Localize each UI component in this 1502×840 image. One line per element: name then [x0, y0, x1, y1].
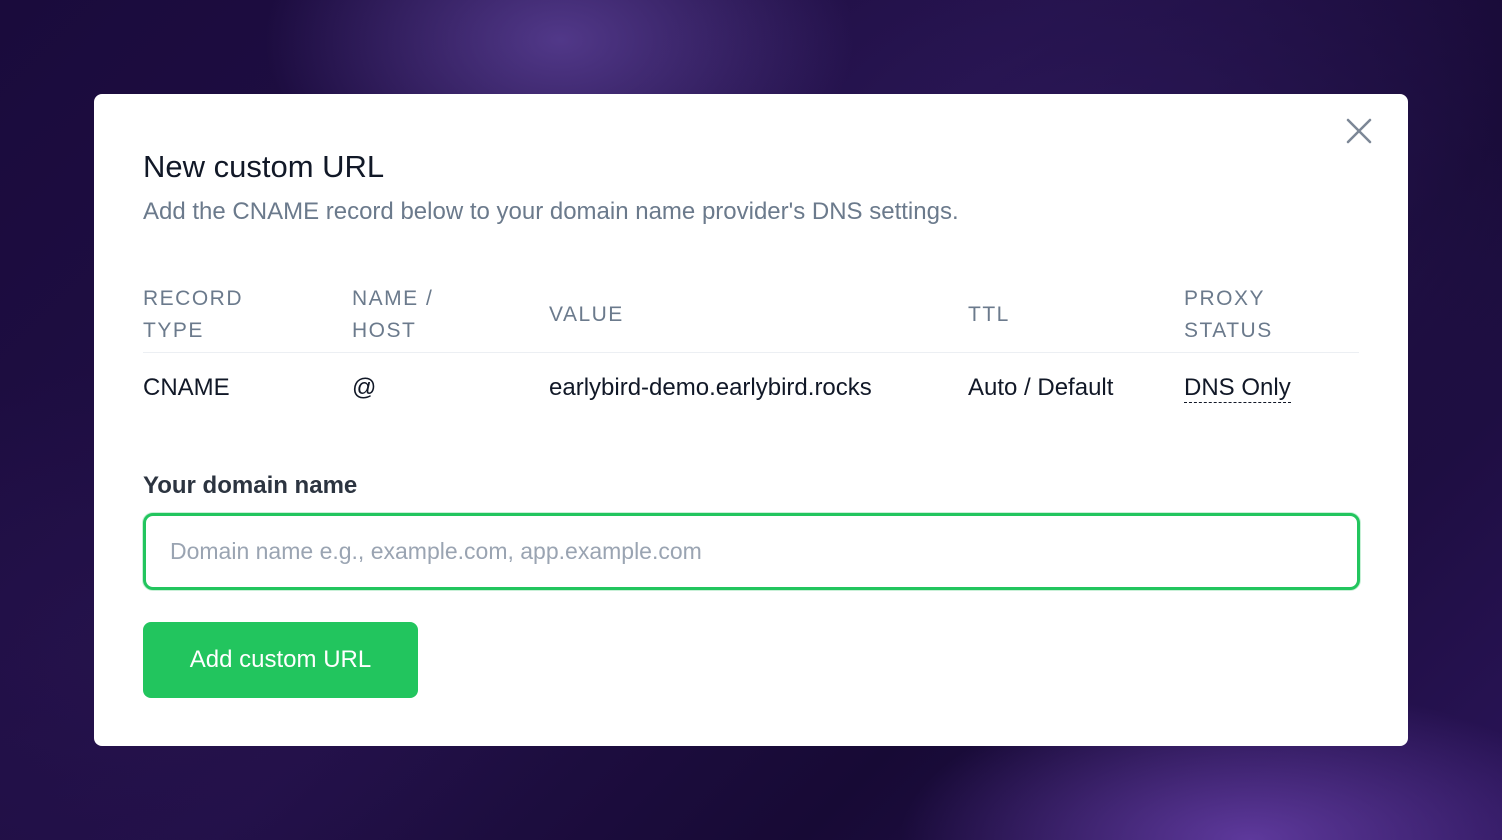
- cell-value: earlybird-demo.earlybird.rocks: [549, 374, 872, 401]
- table-header-row: RECORD TYPE NAME / HOST VALUE TTL PROXY …: [143, 277, 1359, 353]
- column-header-ttl: TTL: [968, 302, 1010, 326]
- column-header-value: VALUE: [549, 302, 624, 326]
- add-custom-url-button[interactable]: Add custom URL: [143, 622, 418, 698]
- proxy-status-tooltip-trigger[interactable]: DNS Only: [1184, 374, 1291, 403]
- column-header-proxy-status: PROXY STATUS: [1184, 286, 1273, 342]
- domain-name-input[interactable]: [143, 513, 1360, 590]
- cell-record-type: CNAME: [143, 374, 230, 401]
- close-icon: [1346, 118, 1372, 144]
- column-header-name-host: NAME / HOST: [352, 286, 434, 342]
- modal-subtitle: Add the CNAME record below to your domai…: [143, 198, 959, 225]
- cell-proxy-status: DNS Only: [1184, 374, 1359, 403]
- domain-field-label: Your domain name: [143, 472, 358, 499]
- modal-title: New custom URL: [143, 149, 385, 184]
- table-row: CNAME @ earlybird-demo.earlybird.rocks A…: [143, 353, 1359, 423]
- cell-name-host: @: [352, 374, 377, 401]
- dns-record-table: RECORD TYPE NAME / HOST VALUE TTL PROXY …: [143, 277, 1359, 423]
- cell-ttl: Auto / Default: [968, 374, 1114, 401]
- close-button[interactable]: [1346, 118, 1372, 144]
- column-header-record-type: RECORD TYPE: [143, 286, 244, 342]
- custom-url-modal: New custom URL Add the CNAME record belo…: [94, 94, 1408, 746]
